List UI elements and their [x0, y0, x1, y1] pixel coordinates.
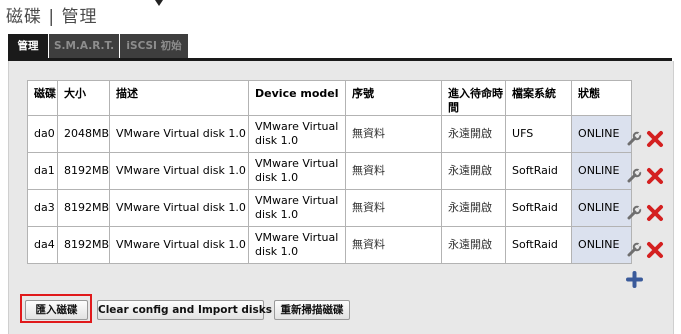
table-row: da0 2048MB VMware Virtual disk 1.0 VMwar… — [27, 115, 633, 153]
cell-standby: 永遠開啟 — [441, 189, 507, 227]
cell-standby: 永遠開啟 — [441, 226, 507, 264]
disk-table: 磁碟 大小 描述 Device model 序號 進入待命時間 檔案系統 狀態 … — [27, 80, 633, 264]
import-disk-button[interactable]: 匯入磁碟 — [25, 300, 88, 320]
cell-status: ONLINE — [571, 226, 633, 264]
cell-size: 8192MB — [56, 189, 111, 227]
delete-x-icon[interactable] — [646, 167, 664, 185]
delete-x-icon[interactable] — [646, 204, 664, 222]
table-header-row: 磁碟 大小 描述 Device model 序號 進入待命時間 檔案系統 狀態 — [27, 80, 633, 116]
table-row: da4 8192MB VMware Virtual disk 1.0 VMwar… — [27, 226, 633, 264]
column-header-device-model: Device model — [248, 80, 347, 116]
column-header-serial: 序號 — [345, 80, 443, 116]
cell-disk: da0 — [27, 115, 58, 153]
delete-x-icon[interactable] — [646, 130, 664, 148]
page-title: 磁碟 | 管理 — [6, 7, 98, 27]
column-header-description: 描述 — [109, 80, 250, 116]
cell-standby: 永遠開啟 — [441, 115, 507, 153]
delete-x-icon[interactable] — [646, 241, 664, 259]
row-actions — [626, 241, 666, 261]
disk-management-panel: 磁碟 大小 描述 Device model 序號 進入待命時間 檔案系統 狀態 … — [8, 61, 674, 334]
cell-description: VMware Virtual disk 1.0 — [109, 189, 250, 227]
cell-serial: 無資料 — [345, 189, 443, 227]
cell-device-model: VMware Virtual disk 1.0 — [248, 115, 347, 153]
table-row: da1 8192MB VMware Virtual disk 1.0 VMwar… — [27, 152, 633, 190]
cell-filesystem: UFS — [505, 115, 573, 153]
cell-device-model: VMware Virtual disk 1.0 — [248, 189, 347, 227]
cell-disk: da3 — [27, 189, 58, 227]
cell-status: ONLINE — [571, 152, 633, 190]
wrench-icon[interactable] — [626, 168, 642, 184]
cell-device-model: VMware Virtual disk 1.0 — [248, 226, 347, 264]
tab-iscsi-initiator[interactable]: iSCSI 初始 — [120, 34, 188, 58]
column-header-disk: 磁碟 — [27, 80, 58, 116]
cell-filesystem: SoftRaid — [505, 226, 573, 264]
cell-disk: da4 — [27, 226, 58, 264]
cell-serial: 無資料 — [345, 152, 443, 190]
rescan-disks-button[interactable]: 重新掃描磁碟 — [274, 300, 350, 320]
column-header-size: 大小 — [56, 80, 111, 116]
cell-filesystem: SoftRaid — [505, 189, 573, 227]
cell-description: VMware Virtual disk 1.0 — [109, 115, 250, 153]
mouse-cursor-icon — [155, 0, 163, 6]
row-actions — [626, 167, 666, 187]
cell-size: 2048MB — [56, 115, 111, 153]
cell-description: VMware Virtual disk 1.0 — [109, 152, 250, 190]
clear-config-import-button[interactable]: Clear config and Import disks — [97, 300, 272, 320]
cell-disk: da1 — [27, 152, 58, 190]
wrench-icon[interactable] — [626, 131, 642, 147]
cell-device-model: VMware Virtual disk 1.0 — [248, 152, 347, 190]
cell-status: ONLINE — [571, 115, 633, 153]
plus-icon[interactable] — [626, 271, 643, 288]
cell-size: 8192MB — [56, 226, 111, 264]
column-header-status: 狀態 — [571, 80, 633, 116]
cell-description: VMware Virtual disk 1.0 — [109, 226, 250, 264]
column-header-standby-time: 進入待命時間 — [441, 80, 507, 116]
cell-status: ONLINE — [571, 189, 633, 227]
cell-serial: 無資料 — [345, 226, 443, 264]
tab-bar: 管理 S.M.A.R.T. iSCSI 初始 — [8, 34, 672, 61]
tab-smart[interactable]: S.M.A.R.T. — [49, 34, 119, 58]
wrench-icon[interactable] — [626, 205, 642, 221]
row-actions — [626, 204, 666, 224]
row-actions — [626, 130, 666, 150]
cell-standby: 永遠開啟 — [441, 152, 507, 190]
column-header-filesystem: 檔案系統 — [505, 80, 573, 116]
cell-serial: 無資料 — [345, 115, 443, 153]
table-row: da3 8192MB VMware Virtual disk 1.0 VMwar… — [27, 189, 633, 227]
wrench-icon[interactable] — [626, 242, 642, 258]
cell-size: 8192MB — [56, 152, 111, 190]
tab-manage[interactable]: 管理 — [8, 34, 48, 58]
cell-filesystem: SoftRaid — [505, 152, 573, 190]
